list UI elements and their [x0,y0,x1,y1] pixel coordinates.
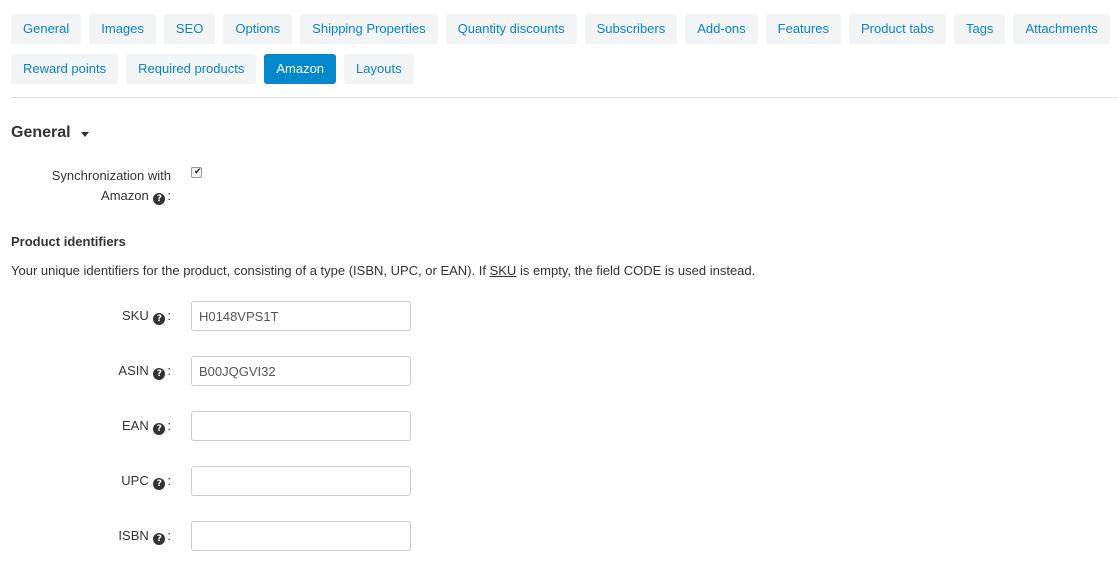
tab-attachments[interactable]: Attachments [1013,14,1110,44]
sync-label-line2: Amazon [101,188,149,203]
upc-label-text: UPC [121,473,149,488]
help-icon[interactable]: ? [153,368,166,380]
tabs-divider [11,97,1118,98]
upc-label: UPC ?: [30,466,171,496]
tab-quantity-discounts[interactable]: Quantity discounts [445,14,577,44]
tab-subscribers[interactable]: Subscribers [584,14,678,44]
isbn-input[interactable] [191,521,411,551]
label-colon: : [167,188,171,203]
asin-input[interactable] [191,356,411,386]
sync-amazon-checkbox[interactable]: ✔ [191,167,202,178]
ean-label: EAN ?: [30,411,171,441]
caret-down-icon [80,131,89,137]
tab-reward-points[interactable]: Reward points [11,54,119,84]
label-colon: : [167,363,171,378]
description-sku-term: SKU [489,263,517,278]
description-text-post: is empty, the field CODE is used instead… [516,263,756,278]
sku-label-text: SKU [122,308,149,323]
label-colon: : [167,473,171,488]
help-icon[interactable]: ? [153,193,166,205]
tab-images[interactable]: Images [89,14,156,44]
tab-product-tabs[interactable]: Product tabs [848,14,946,44]
tab-general[interactable]: General [11,14,82,44]
isbn-label-text: ISBN [118,528,149,543]
tab-tags[interactable]: Tags [953,14,1006,44]
sync-amazon-label: Synchronization with Amazon ?: [30,166,171,206]
section-toggle-general[interactable]: General [11,124,89,142]
label-colon: : [167,418,171,433]
tab-layouts[interactable]: Layouts [344,54,414,84]
help-icon[interactable]: ? [153,478,166,490]
product-identifiers-description: Your unique identifiers for the product,… [11,263,755,278]
help-icon[interactable]: ? [153,313,166,325]
sku-label: SKU ?: [30,301,171,331]
sku-input[interactable] [191,301,411,331]
ean-input[interactable] [191,411,411,441]
product-identifiers-heading: Product identifiers [11,234,126,249]
tab-amazon[interactable]: Amazon [264,54,337,84]
tab-features[interactable]: Features [765,14,841,44]
help-icon[interactable]: ? [153,533,166,545]
tab-add-ons[interactable]: Add-ons [685,14,758,44]
help-icon[interactable]: ? [153,423,166,435]
description-text-pre: Your unique identifiers for the product,… [11,263,490,278]
tab-seo[interactable]: SEO [163,14,216,44]
label-colon: : [167,308,171,323]
isbn-label: ISBN ?: [30,521,171,551]
tab-required-products[interactable]: Required products [126,54,257,84]
checkmark-icon: ✔ [194,167,202,177]
section-title: General [11,124,71,141]
tabs-row-1: General Images SEO Options Shipping Prop… [11,14,1110,44]
tabs-row-2: Reward points Required products Amazon L… [11,54,414,84]
asin-label: ASIN ?: [30,356,171,386]
tab-shipping-properties[interactable]: Shipping Properties [300,14,438,44]
sync-label-line1: Synchronization with [51,168,171,183]
product-editor-page: General Images SEO Options Shipping Prop… [0,0,1118,563]
ean-label-text: EAN [122,418,149,433]
label-colon: : [167,528,171,543]
asin-label-text: ASIN [118,363,149,378]
tab-options[interactable]: Options [223,14,293,44]
upc-input[interactable] [191,466,411,496]
